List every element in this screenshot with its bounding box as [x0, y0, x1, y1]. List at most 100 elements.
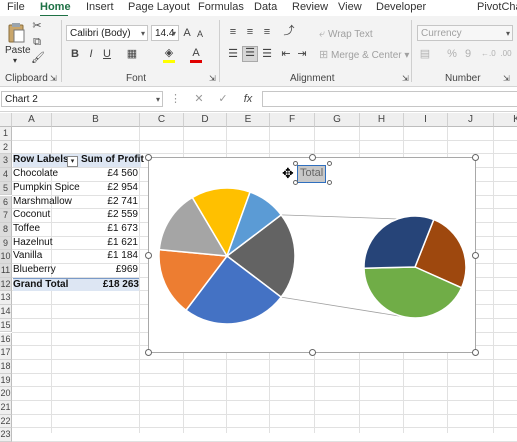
underline-button[interactable]: U — [102, 48, 112, 60]
row-header-9[interactable]: 9 — [0, 236, 12, 251]
row-header-16[interactable]: 16 — [0, 332, 12, 347]
formula-input[interactable] — [262, 91, 517, 107]
wrap-text-button[interactable]: ⤶ Wrap Text — [319, 28, 373, 40]
tab-data[interactable]: Data — [254, 1, 277, 13]
decrease-indent-icon[interactable]: ⇤ — [280, 48, 292, 60]
comma-style-button[interactable]: 9 — [462, 48, 474, 60]
column-header-j[interactable]: J — [448, 113, 494, 127]
increase-decimal-icon[interactable]: ←.0 — [481, 48, 496, 60]
pivot-header-sum[interactable]: Sum of Profit — [79, 154, 144, 168]
row-header-1[interactable]: 1 — [0, 127, 12, 141]
row-header-7[interactable]: 7 — [0, 209, 12, 223]
column-header-f[interactable]: F — [270, 113, 315, 127]
tab-review[interactable]: Review — [292, 1, 328, 13]
row-header-22[interactable]: 22 — [0, 414, 12, 429]
row-header-6[interactable]: 6 — [0, 195, 12, 210]
align-left-icon[interactable]: ☰ — [227, 48, 239, 60]
pivot-row-value[interactable]: £2 559 — [90, 209, 138, 222]
chart-handle-tl[interactable] — [145, 154, 152, 161]
row-header-10[interactable]: 10 — [0, 250, 12, 264]
row-header-2[interactable]: 2 — [0, 140, 12, 155]
chart-handle-mr[interactable] — [472, 252, 479, 259]
column-header-e[interactable]: E — [227, 113, 270, 127]
copy-icon[interactable]: ⧉ — [31, 36, 43, 48]
chart-handle-tr[interactable] — [472, 154, 479, 161]
row-header-17[interactable]: 17 — [0, 346, 12, 360]
top-align-icon[interactable]: ≡ — [227, 26, 239, 38]
column-header-d[interactable]: D — [184, 113, 227, 127]
pivot-row-value[interactable]: £4 560 — [90, 168, 138, 181]
format-painter-icon[interactable]: 🖌 — [31, 52, 45, 64]
column-header-h[interactable]: H — [360, 113, 404, 127]
column-header-a[interactable]: A — [12, 113, 52, 127]
chart-handle-br[interactable] — [472, 349, 479, 356]
align-center-icon[interactable]: ☰ — [242, 46, 258, 62]
decrease-decimal-icon[interactable]: .00 — [499, 48, 513, 60]
tab-formulas[interactable]: Formulas — [198, 1, 244, 13]
clipboard-launcher-icon[interactable]: ⇲ — [50, 73, 57, 85]
pivot-row-value[interactable]: £1 673 — [90, 223, 138, 236]
tab-insert[interactable]: Insert — [86, 1, 114, 13]
orientation-icon[interactable]: ⤴ — [282, 25, 296, 37]
row-header-20[interactable]: 20 — [0, 387, 12, 401]
italic-button[interactable]: I — [86, 48, 96, 60]
merge-center-button[interactable]: ⊞ Merge & Center ▾ — [319, 49, 409, 61]
row-header-11[interactable]: 11 — [0, 264, 12, 278]
pivot-row-value[interactable]: £2 741 — [90, 196, 138, 209]
accounting-format-icon[interactable]: ▤ — [418, 48, 432, 60]
font-color-button[interactable]: A — [190, 47, 202, 59]
tab-home[interactable]: Home — [40, 1, 71, 13]
pivot-filter-dropdown-icon[interactable]: ▾ — [67, 156, 78, 168]
tab-view[interactable]: View — [338, 1, 362, 13]
row-header-21[interactable]: 21 — [0, 401, 12, 415]
select-all-corner[interactable] — [0, 113, 12, 127]
column-header-b[interactable]: B — [52, 113, 140, 127]
pivot-grand-total-value[interactable]: £18 263 — [79, 277, 139, 292]
chart-handle-bl[interactable] — [145, 349, 152, 356]
bottom-align-icon[interactable]: ≡ — [261, 26, 273, 38]
title-handle-tr[interactable] — [327, 161, 332, 166]
chart-area[interactable]: Total ✥ — [148, 157, 476, 353]
chart-handle-tm[interactable] — [309, 154, 316, 161]
pivot-row-value[interactable]: £2 954 — [90, 182, 138, 195]
increase-font-icon[interactable]: A — [182, 27, 192, 39]
fill-color-icon[interactable]: ◈ — [163, 47, 175, 59]
row-header-15[interactable]: 15 — [0, 318, 12, 333]
paste-button[interactable]: Paste — [5, 45, 31, 56]
tab-file[interactable]: File — [7, 1, 25, 13]
insert-function-button[interactable]: fx — [240, 93, 256, 105]
tab-pivotchart[interactable]: PivotChart — [477, 1, 517, 13]
font-launcher-icon[interactable]: ⇲ — [209, 73, 216, 85]
decrease-font-icon[interactable]: A — [195, 28, 205, 40]
row-header-18[interactable]: 18 — [0, 359, 12, 374]
paste-dropdown-icon[interactable]: ▾ — [13, 56, 17, 65]
column-header-c[interactable]: C — [140, 113, 184, 127]
font-size-select[interactable]: 14.4 ▾ — [151, 25, 179, 41]
row-header-8[interactable]: 8 — [0, 222, 12, 237]
name-box[interactable]: Chart 2 ▾ — [1, 91, 163, 107]
column-header-g[interactable]: G — [315, 113, 360, 127]
align-right-icon[interactable]: ☰ — [261, 48, 273, 60]
chart-handle-ml[interactable] — [145, 252, 152, 259]
row-header-19[interactable]: 19 — [0, 373, 12, 388]
row-header-3[interactable]: 3 — [0, 154, 12, 169]
percent-style-button[interactable]: % — [446, 48, 458, 60]
number-format-select[interactable]: Currency ▾ — [417, 25, 513, 41]
bold-button[interactable]: B — [70, 48, 80, 60]
column-header-i[interactable]: I — [404, 113, 448, 127]
pivot-row-value[interactable]: £1 621 — [90, 237, 138, 250]
tab-developer[interactable]: Developer — [376, 1, 426, 13]
cancel-icon[interactable]: ✕ — [193, 93, 205, 105]
pivot-grand-total-label[interactable]: Grand Total — [13, 277, 79, 292]
increase-indent-icon[interactable]: ⇥ — [296, 48, 308, 60]
number-launcher-icon[interactable]: ⇲ — [503, 73, 510, 85]
row-header-14[interactable]: 14 — [0, 305, 12, 319]
row-header-5[interactable]: 5 — [0, 181, 12, 196]
alignment-launcher-icon[interactable]: ⇲ — [402, 73, 409, 85]
row-header-4[interactable]: 4 — [0, 168, 12, 182]
row-header-12[interactable]: 12 — [0, 277, 12, 292]
middle-align-icon[interactable]: ≡ — [244, 26, 256, 38]
chart-title[interactable]: Total — [297, 165, 327, 183]
pivot-row-value[interactable]: £969 — [90, 264, 138, 277]
pivot-row-value[interactable]: £1 184 — [90, 250, 138, 263]
